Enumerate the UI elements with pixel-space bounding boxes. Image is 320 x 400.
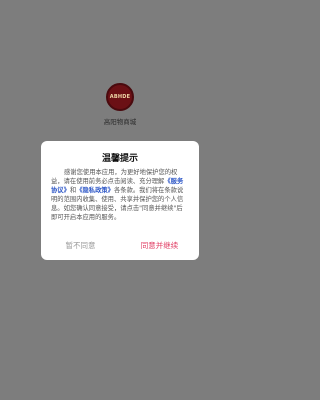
dialog-title: 温馨提示	[101, 154, 138, 164]
app-name: 高阳物商城	[103, 118, 137, 126]
disagree-button[interactable]: 暂不同意	[41, 237, 120, 255]
dialog-body: 感谢您使用本应用，为更好地保护您的权益，请在使用前务必点击阅读、充分理解《服务协…	[51, 168, 189, 223]
agree-continue-button[interactable]: 同意并继续	[120, 237, 199, 255]
body-text-part1: 感谢您使用本应用，为更好地保护您的权益，请在使用前务必点击阅读、充分理解	[51, 169, 178, 186]
app-logo: ABHDE	[106, 83, 134, 111]
logo-text: ABHDE	[109, 94, 131, 100]
privacy-dialog: 温馨提示 感谢您使用本应用，为更好地保护您的权益，请在使用前务必点击阅读、充分理…	[41, 141, 199, 260]
app-branding: ABHDE 高阳物商城	[0, 83, 240, 126]
privacy-policy-link[interactable]: 《隐私政策》	[76, 187, 114, 194]
